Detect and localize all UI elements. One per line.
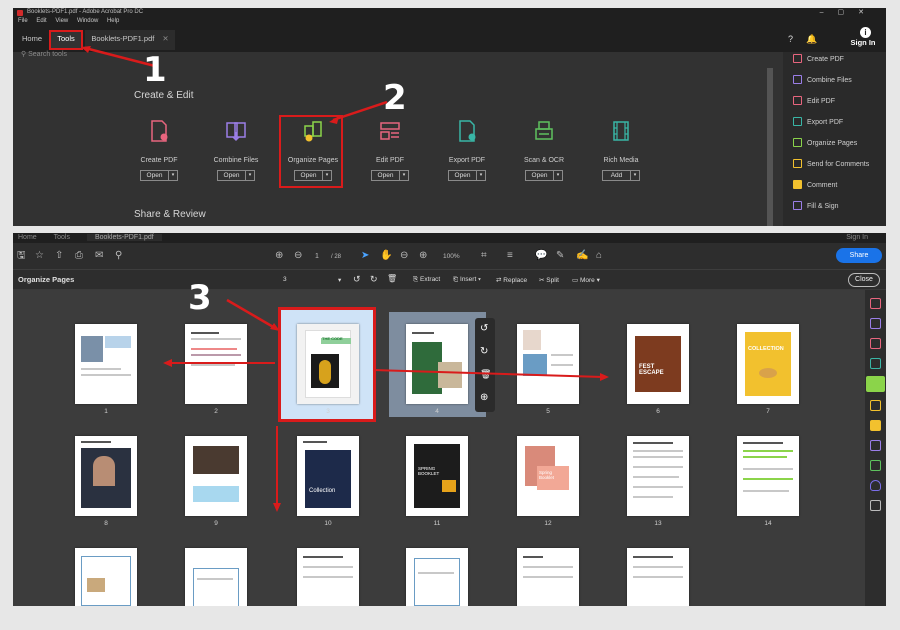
main-toolbar: 🖫 ☆ ⇧ ⎙ ✉ ⚲ ⊕ ⊖ 1 / 28 ➤ ✋ ⊖ ⊕ 100% ⌗ ≡ … (13, 243, 886, 269)
scanner-icon[interactable] (870, 460, 881, 471)
tab-home[interactable]: Home (18, 234, 37, 241)
organize-pages-screen: Home Tools Booklets-PDF1.pdf Sign In 🖫 ☆… (13, 233, 886, 606)
annotation-arrows-top (81, 46, 388, 124)
page-number-input[interactable]: 1 (315, 251, 319, 263)
tools-screen: Booklets-PDF1.pdf - Adobe Acrobat Pro DC… (13, 8, 886, 226)
zoom-out-icon[interactable]: ⊖ (400, 250, 408, 262)
tab-document[interactable]: Booklets-PDF1.pdf (86, 234, 162, 241)
close-button[interactable]: Close (848, 273, 880, 287)
step-number-1: 1 (143, 50, 167, 90)
upload-icon[interactable]: ⇧ (55, 250, 63, 262)
chevron-down-icon: ▾ (594, 277, 600, 284)
print-icon[interactable]: ⎙ (75, 250, 83, 262)
organize-pages-toolbar: Organize Pages 3 ▾ ↺ ↻ 🗑 ⎘ Extract ⎗ Ins… (13, 269, 886, 289)
step-number-2: 2 (383, 78, 407, 118)
comment-icon[interactable] (870, 420, 881, 431)
rotate-left-icon[interactable]: ↺ (353, 274, 361, 285)
more-tools-icon[interactable] (870, 500, 881, 511)
replace-label: Replace (503, 277, 528, 284)
more-icon: ▭ (572, 277, 580, 284)
scroll-mode-icon[interactable]: ≡ (507, 250, 513, 262)
trash-icon[interactable]: 🗑 (387, 274, 397, 283)
sign-icon[interactable]: ✍ (576, 250, 588, 262)
organize-pages-icon[interactable] (866, 376, 885, 392)
crop-icon[interactable]: ⌗ (481, 250, 487, 262)
page-total: / 28 (331, 254, 342, 260)
tab-tools[interactable]: Tools (54, 234, 70, 241)
pen-icon[interactable]: ✎ (556, 250, 564, 262)
combine-files-icon[interactable] (870, 318, 881, 329)
more-label: More (579, 277, 595, 284)
insert-button[interactable]: ⎗ Insert ▾ (453, 276, 481, 284)
zoom-in-icon[interactable]: ⊕ (419, 250, 427, 262)
shield-icon[interactable] (870, 480, 881, 491)
page-thumbnail-grid: 1 2 THE CODE 3 4 ↺ ↻ 🗑 ⊕ (13, 290, 865, 606)
organize-pages-title: Organize Pages (18, 275, 75, 284)
star-icon[interactable]: ☆ (35, 250, 44, 262)
page-selector[interactable]: 3 (283, 276, 287, 283)
mail-icon[interactable]: ✉ (95, 250, 103, 262)
save-icon[interactable]: 🖫 (17, 250, 26, 262)
more-button[interactable]: ▭ More ▾ (572, 276, 600, 284)
right-tool-strip (865, 290, 886, 606)
step-number-3: 3 (188, 278, 212, 318)
sign-in-button[interactable]: Sign In (846, 233, 868, 243)
annotation-arrows-bottom (163, 298, 609, 512)
extract-icon: ⎘ (413, 276, 421, 283)
search-icon[interactable]: ⚲ (115, 250, 122, 262)
tab-bar: Home Tools Booklets-PDF1.pdf Sign In (13, 233, 886, 243)
chevron-down-icon: ▾ (476, 276, 481, 283)
insert-label: Insert (460, 276, 477, 283)
page-down-icon[interactable]: ⊖ (294, 250, 302, 262)
extract-label: Extract (420, 276, 441, 283)
split-label: Split (546, 277, 559, 284)
chevron-down-icon[interactable]: ▾ (338, 276, 341, 284)
export-pdf-icon[interactable] (870, 358, 881, 369)
extract-button[interactable]: ⎘ Extract (413, 276, 440, 284)
share-button[interactable]: Share (836, 248, 882, 263)
insert-icon: ⎗ (453, 276, 461, 283)
comment-icon[interactable]: 💬 (535, 250, 547, 262)
edit-pdf-icon[interactable] (870, 338, 881, 349)
create-pdf-icon[interactable] (870, 298, 881, 309)
page-up-icon[interactable]: ⊕ (275, 250, 283, 262)
send-comments-icon[interactable] (870, 400, 881, 411)
replace-button[interactable]: ⇄ Replace (496, 276, 527, 284)
hand-icon[interactable]: ✋ (380, 250, 392, 262)
zoom-level[interactable]: 100% (443, 251, 460, 263)
fill-sign-icon[interactable] (870, 440, 881, 451)
split-button[interactable]: ✂ Split (539, 276, 559, 284)
rotate-right-icon[interactable]: ↻ (370, 274, 378, 285)
select-cursor-icon[interactable]: ➤ (361, 250, 369, 262)
tag-icon[interactable]: ⌂ (596, 250, 602, 262)
